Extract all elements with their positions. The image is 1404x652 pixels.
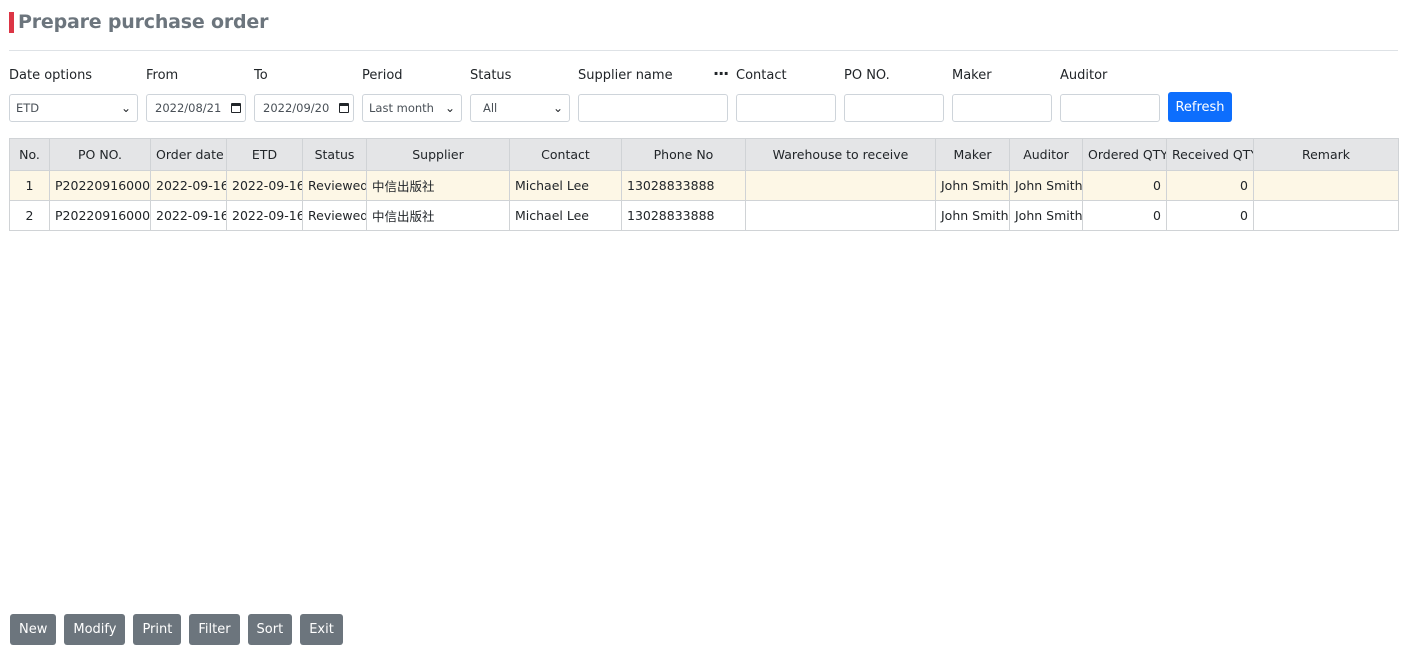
maker-label: Maker [952,68,992,83]
cell-remark [1253,170,1399,201]
col-ordered-qty[interactable]: Ordered QTY [1082,138,1167,171]
cell-no: 2 [9,200,50,231]
table-row[interactable]: 1 P202209160001 2022-09-16 2022-09-16 Re… [9,170,1399,201]
supplier-name-input[interactable] [578,94,728,122]
chevron-down-icon: ⌄ [444,101,455,115]
contact-input[interactable] [736,94,836,122]
date-options-value: ETD [16,101,40,115]
exit-button[interactable]: Exit [300,614,343,645]
status-label: Status [470,68,512,83]
new-button[interactable]: New [10,614,57,645]
cell-auditor: John Smith [1009,200,1083,231]
to-label: To [254,68,268,83]
to-date-value: 2022/09/20 [263,101,330,115]
chevron-down-icon: ⌄ [552,101,563,115]
purchase-order-table: No. PO NO. Order date ETD Status Supplie… [9,138,1399,231]
auditor-input[interactable] [1060,94,1160,122]
maker-input[interactable] [952,94,1052,122]
col-received-qty[interactable]: Received QTY [1166,138,1254,171]
action-toolbar: New Modify Print Filter Sort Exit [10,614,343,645]
cell-supplier: 中信出版社 [366,200,510,231]
col-etd[interactable]: ETD [226,138,303,171]
period-label: Period [362,68,403,83]
cell-warehouse [745,200,936,231]
page-title: Prepare purchase order [18,11,269,33]
print-button[interactable]: Print [133,614,182,645]
col-no[interactable]: No. [9,138,50,171]
refresh-button[interactable]: Refresh [1168,92,1232,122]
cell-phone-no: 13028833888 [621,170,746,201]
cell-order-date: 2022-09-16 [150,200,227,231]
cell-received-qty: 0 [1166,200,1254,231]
title-accent-bar [9,11,14,33]
cell-etd: 2022-09-16 [226,200,303,231]
from-label: From [146,68,179,83]
calendar-icon[interactable] [339,103,349,113]
cell-received-qty: 0 [1166,170,1254,201]
date-options-label: Date options [9,68,93,83]
cell-remark [1253,200,1399,231]
modify-button[interactable]: Modify [64,614,126,645]
period-value: Last month [369,101,434,115]
cell-po-no: P202209160002 [49,200,151,231]
from-date-input[interactable]: 2022/08/21 [146,94,246,122]
po-no-label: PO NO. [844,68,890,83]
date-options-select[interactable]: ETD ⌄ [9,94,138,122]
cell-maker: John Smith [935,200,1010,231]
cell-maker: John Smith [935,170,1010,201]
filter-button[interactable]: Filter [189,614,240,645]
period-select[interactable]: Last month ⌄ [362,94,462,122]
cell-status: Reviewed [302,170,367,201]
cell-order-date: 2022-09-16 [150,170,227,201]
col-phone-no[interactable]: Phone No [621,138,746,171]
cell-etd: 2022-09-16 [226,170,303,201]
more-options-icon[interactable]: ··· [713,64,729,83]
col-order-date[interactable]: Order date [150,138,227,171]
sort-button[interactable]: Sort [247,614,293,645]
auditor-label: Auditor [1060,68,1108,83]
po-no-input[interactable] [844,94,944,122]
table-header-row: No. PO NO. Order date ETD Status Supplie… [9,138,1399,171]
col-contact[interactable]: Contact [509,138,622,171]
cell-status: Reviewed [302,200,367,231]
col-auditor[interactable]: Auditor [1009,138,1083,171]
cell-contact: Michael Lee [509,170,622,201]
page-header: Prepare purchase order [9,11,268,33]
cell-phone-no: 13028833888 [621,200,746,231]
cell-supplier: 中信出版社 [366,170,510,201]
supplier-name-label: Supplier name [578,68,673,83]
from-date-value: 2022/08/21 [155,101,222,115]
col-status[interactable]: Status [302,138,367,171]
cell-no: 1 [9,170,50,201]
table-row[interactable]: 2 P202209160002 2022-09-16 2022-09-16 Re… [9,200,1399,231]
cell-ordered-qty: 0 [1082,170,1167,201]
cell-warehouse [745,170,936,201]
status-value: All [483,101,498,115]
status-select[interactable]: All ⌄ [470,94,570,122]
cell-ordered-qty: 0 [1082,200,1167,231]
filter-bar: Date options ETD ⌄ From 2022/08/21 To 20… [0,64,1404,128]
cell-auditor: John Smith [1009,170,1083,201]
col-warehouse[interactable]: Warehouse to receive [745,138,936,171]
col-supplier[interactable]: Supplier [366,138,510,171]
col-remark[interactable]: Remark [1253,138,1399,171]
col-maker[interactable]: Maker [935,138,1010,171]
chevron-down-icon: ⌄ [120,101,131,115]
to-date-input[interactable]: 2022/09/20 [254,94,354,122]
cell-po-no: P202209160001 [49,170,151,201]
calendar-icon[interactable] [231,103,241,113]
cell-contact: Michael Lee [509,200,622,231]
contact-label: Contact [736,68,787,83]
col-po-no[interactable]: PO NO. [49,138,151,171]
title-divider [9,50,1398,51]
